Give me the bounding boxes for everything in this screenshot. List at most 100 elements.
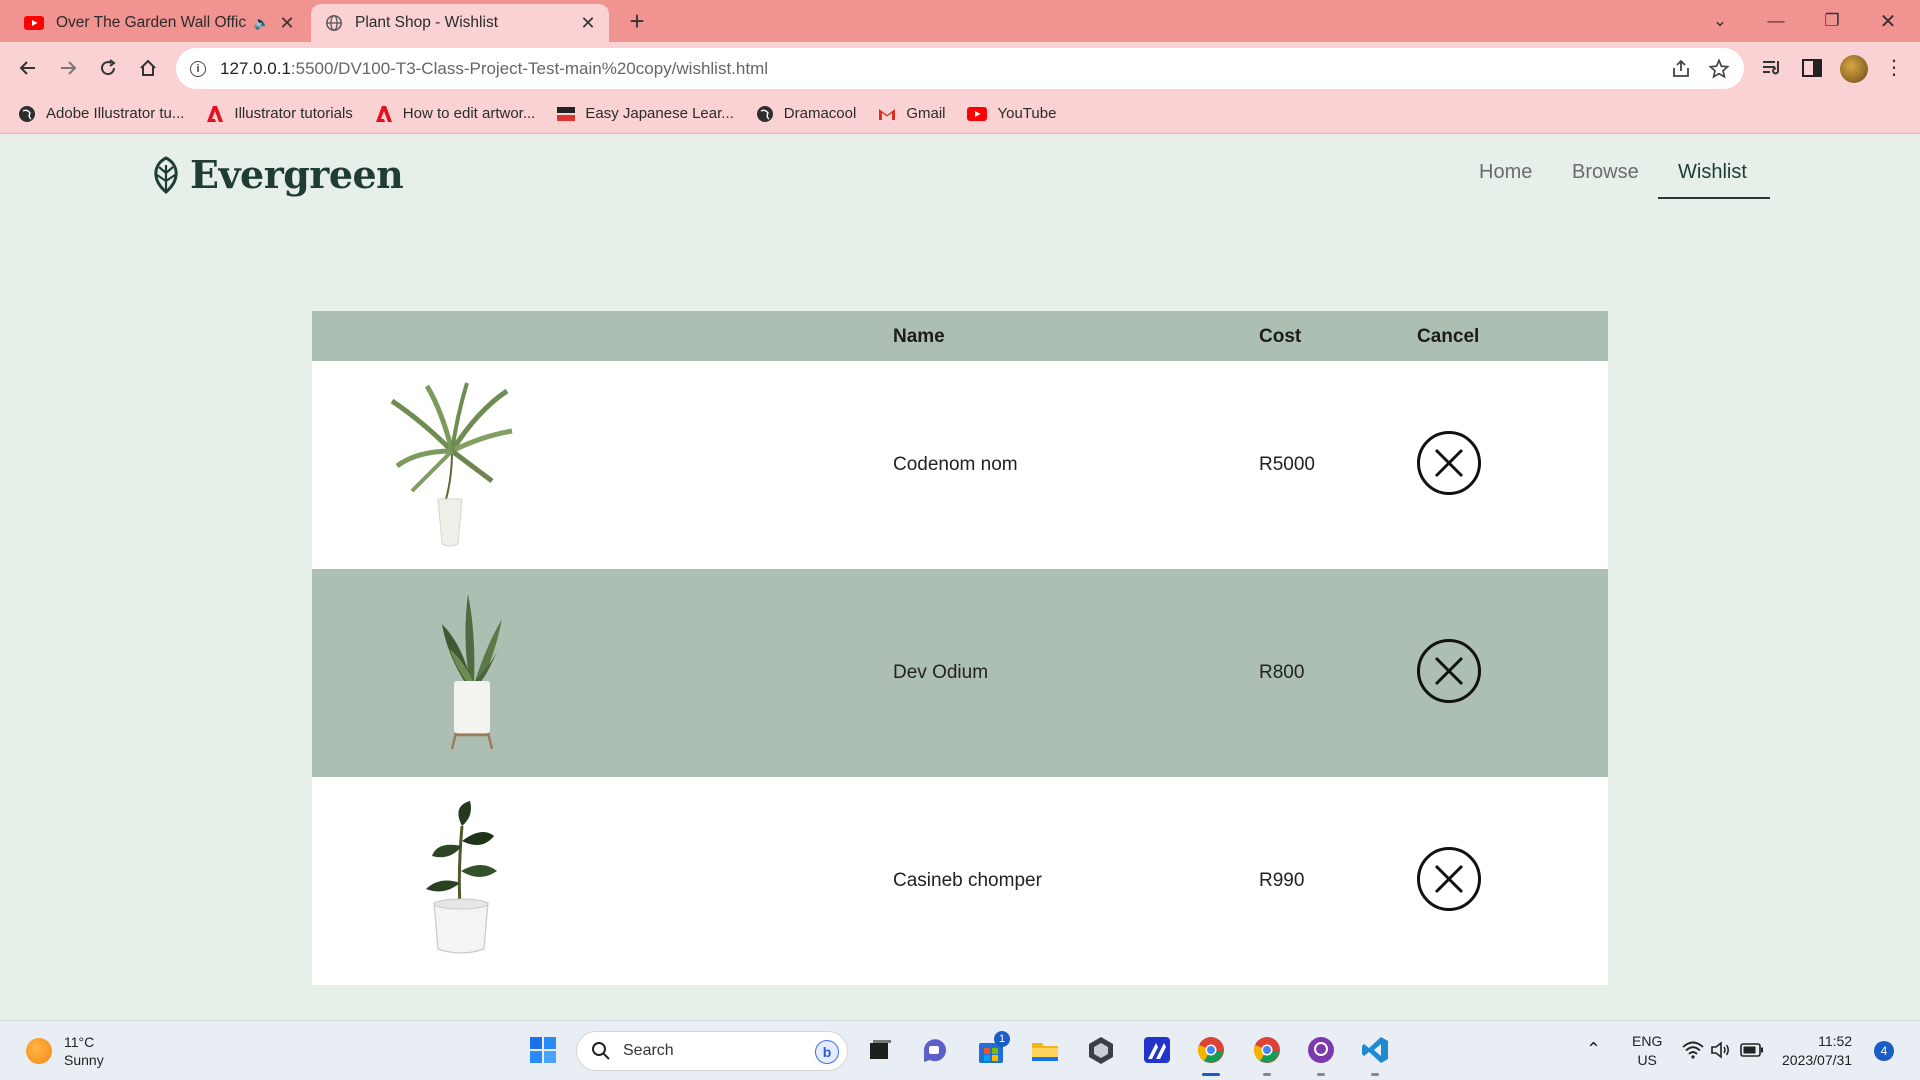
minimize-button[interactable]: — — [1748, 0, 1804, 42]
weather-widget[interactable]: 11°C Sunny — [26, 1033, 104, 1069]
github-desktop-icon[interactable] — [1306, 1035, 1336, 1065]
home-button[interactable] — [132, 52, 164, 84]
back-arrow-icon — [19, 61, 35, 75]
clock[interactable]: 11:52 2023/07/31 — [1782, 1032, 1852, 1070]
side-panel-icon[interactable] — [1800, 56, 1824, 80]
wishlist-table: Name Cost Cancel Codenom nom R5000 Dev O… — [312, 311, 1608, 985]
chrome-profile-icon[interactable] — [1252, 1035, 1282, 1065]
windows-start-icon[interactable] — [528, 1035, 558, 1065]
nhk-icon — [557, 106, 576, 121]
bookmark-label: Dramacool — [783, 105, 857, 122]
taskbar-search[interactable]: Search b — [576, 1031, 848, 1071]
temperature: 11°C — [64, 1034, 95, 1050]
cancel-button[interactable] — [1417, 639, 1481, 703]
nav-home[interactable]: Home — [1479, 161, 1532, 184]
tab-title: Over The Garden Wall Official — [56, 14, 246, 31]
browser-tab-bar: Over The Garden Wall Official 🔈 ✕ Plant … — [0, 0, 1920, 42]
clock-time: 11:52 — [1818, 1033, 1853, 1049]
media-queue-icon[interactable] — [1760, 56, 1784, 80]
teams-chat-icon[interactable] — [920, 1035, 950, 1065]
bing-icon[interactable]: b — [815, 1040, 839, 1064]
adobe-icon — [207, 105, 224, 122]
bookmark-item[interactable]: How to edit artwor... — [375, 105, 535, 123]
show-hidden-icons-chevron-icon[interactable]: ⌃ — [1586, 1040, 1601, 1059]
bookmark-star-icon[interactable] — [1708, 58, 1730, 80]
active-app-indicator — [1202, 1073, 1220, 1076]
wifi-icon[interactable] — [1682, 1041, 1704, 1059]
cancel-button[interactable] — [1417, 431, 1481, 495]
globe-icon — [326, 15, 342, 31]
tab-plant-shop[interactable]: Plant Shop - Wishlist ✕ — [311, 4, 609, 42]
affinity-designer-icon[interactable] — [1142, 1035, 1172, 1065]
bookmark-item[interactable]: Adobe Illustrator tu... — [18, 105, 184, 123]
bookmark-item[interactable]: Easy Japanese Lear... — [557, 105, 734, 123]
tab-youtube[interactable]: Over The Garden Wall Official 🔈 ✕ — [10, 4, 308, 42]
url-text[interactable]: 127.0.0.1:5500/DV100-T3-Class-Project-Te… — [220, 59, 768, 79]
back-button[interactable] — [12, 52, 44, 84]
bookmark-item[interactable]: YouTube — [967, 105, 1056, 122]
close-window-button[interactable]: ✕ — [1860, 0, 1916, 42]
volume-icon[interactable] — [1710, 1040, 1732, 1060]
running-app-indicator — [1317, 1073, 1325, 1076]
file-explorer-icon[interactable] — [1030, 1035, 1060, 1065]
share-icon[interactable] — [1670, 58, 1692, 80]
globe-icon — [19, 105, 35, 122]
address-bar[interactable]: i 127.0.0.1:5500/DV100-T3-Class-Project-… — [176, 48, 1744, 89]
vscode-icon[interactable] — [1360, 1035, 1390, 1065]
windows-taskbar: 11°C Sunny Search b 1 ⌃ ENG US 11:52 202… — [0, 1020, 1920, 1080]
tab-close-icon[interactable]: ✕ — [278, 13, 296, 34]
browser-toolbar: i 127.0.0.1:5500/DV100-T3-Class-Project-… — [0, 42, 1920, 94]
close-x-icon — [1434, 656, 1464, 686]
unity-icon[interactable] — [1086, 1035, 1116, 1065]
bookmark-label: YouTube — [997, 105, 1057, 122]
tab-close-icon[interactable]: ✕ — [579, 13, 597, 34]
item-name: Casineb chomper — [893, 870, 1042, 891]
profile-avatar[interactable] — [1840, 55, 1868, 83]
cancel-button[interactable] — [1417, 847, 1481, 911]
nav-wishlist[interactable]: Wishlist — [1678, 161, 1747, 184]
url-host: 127.0.0.1 — [220, 58, 291, 78]
tab-audio-icon[interactable]: 🔈 — [254, 15, 270, 31]
reload-button[interactable] — [92, 52, 124, 84]
nav-browse[interactable]: Browse — [1572, 161, 1639, 184]
clock-date: 2023/07/31 — [1782, 1052, 1853, 1068]
home-icon — [140, 59, 156, 76]
tab-title: Plant Shop - Wishlist — [355, 14, 498, 31]
item-name: Dev Odium — [893, 662, 989, 683]
sun-icon — [26, 1038, 52, 1064]
nav-active-underline — [1658, 197, 1770, 199]
battery-icon[interactable] — [1740, 1042, 1764, 1058]
running-app-indicator — [1371, 1073, 1379, 1076]
region-code: US — [1637, 1052, 1657, 1068]
weather-status: Sunny — [64, 1052, 104, 1068]
language-code: ENG — [1632, 1033, 1663, 1049]
gmail-icon — [879, 108, 896, 120]
tab-search-icon[interactable]: ⌄ — [1692, 0, 1748, 42]
chrome-icon[interactable] — [1196, 1035, 1226, 1065]
bookmark-item[interactable]: Dramacool — [756, 105, 857, 123]
bookmark-item[interactable]: Gmail — [878, 105, 945, 123]
header-cost: Cost — [1259, 326, 1302, 347]
forward-button[interactable] — [52, 52, 84, 84]
menu-kebab-icon[interactable]: ⋮ — [1884, 54, 1904, 82]
header-name: Name — [893, 326, 945, 347]
item-cost: R5000 — [1259, 454, 1315, 475]
youtube-icon — [967, 106, 988, 121]
rubber-plant-image — [426, 801, 497, 954]
language-indicator[interactable]: ENG US — [1632, 1032, 1662, 1070]
youtube-icon — [24, 16, 44, 30]
bookmark-item[interactable]: Illustrator tutorials — [206, 105, 353, 123]
search-icon — [592, 1042, 610, 1060]
restore-button[interactable]: ❐ — [1804, 0, 1860, 42]
store-badge: 1 — [994, 1031, 1010, 1047]
item-name: Codenom nom — [893, 454, 1018, 475]
close-x-icon — [1434, 448, 1464, 478]
new-tab-button[interactable]: + — [622, 6, 652, 36]
site-info-icon[interactable]: i — [190, 60, 206, 77]
task-view-icon[interactable] — [864, 1035, 894, 1065]
forward-arrow-icon — [61, 61, 77, 75]
site-logo[interactable]: Evergreen — [148, 152, 404, 197]
bookmark-label: Gmail — [906, 105, 946, 122]
notification-badge[interactable]: 4 — [1874, 1041, 1894, 1061]
url-path: :5500/DV100-T3-Class-Project-Test-main%2… — [290, 58, 769, 78]
